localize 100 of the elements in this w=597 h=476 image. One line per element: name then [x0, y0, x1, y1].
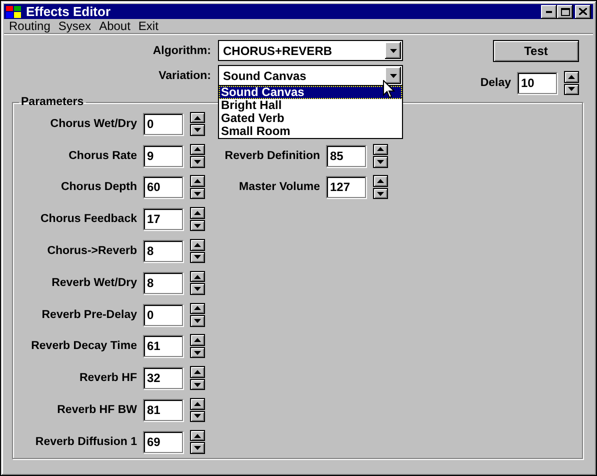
- spin-down-button[interactable]: [190, 315, 205, 327]
- up-arrow-icon: [194, 147, 201, 152]
- spin-down-button[interactable]: [373, 188, 388, 200]
- spin-up-button[interactable]: [190, 430, 205, 442]
- parameter-label: Reverb HF: [78, 372, 137, 384]
- up-arrow-icon: [194, 434, 201, 438]
- parameter-field[interactable]: 60: [143, 176, 183, 198]
- up-arrow-icon: [194, 306, 201, 310]
- parameter-label: Reverb Pre-Delay: [40, 308, 137, 321]
- close-button[interactable]: [575, 4, 591, 18]
- up-arrow-icon: [568, 74, 575, 79]
- up-arrow-icon: [194, 242, 201, 247]
- parameter-label: Reverb Diffusion 1: [34, 436, 137, 448]
- delay-label: Delay: [480, 77, 511, 89]
- parameter-field[interactable]: 0: [143, 112, 183, 135]
- spin-up-button[interactable]: [373, 175, 388, 187]
- parameter-field[interactable]: 9: [143, 144, 183, 167]
- spin-up-button[interactable]: [190, 207, 205, 219]
- up-arrow-icon: [194, 402, 201, 406]
- spin-up-button[interactable]: [190, 175, 205, 187]
- delay-field[interactable]: 10: [517, 72, 557, 94]
- parameter-field[interactable]: 81: [143, 399, 183, 422]
- parameter-field[interactable]: 85: [326, 144, 366, 167]
- variation-label: Variation:: [158, 70, 211, 82]
- menu-item[interactable]: About: [95, 19, 134, 33]
- spin-down-button[interactable]: [190, 188, 205, 200]
- parameter-field[interactable]: 8: [143, 240, 183, 262]
- up-arrow-icon: [377, 179, 384, 184]
- spin-up-button[interactable]: [373, 144, 388, 156]
- menu-item[interactable]: Routing: [5, 19, 54, 33]
- down-arrow-icon: [568, 87, 575, 92]
- spin-up-button[interactable]: [190, 366, 205, 378]
- parameter-label: Master Volume: [238, 181, 320, 194]
- window-title: Effects Editor: [26, 4, 112, 19]
- minimize-button[interactable]: [541, 4, 557, 18]
- up-arrow-icon: [377, 147, 384, 152]
- down-arrow-icon: [194, 382, 201, 387]
- parameter-field[interactable]: 32: [143, 367, 183, 390]
- spin-up-button[interactable]: [190, 270, 205, 282]
- spin-up-button[interactable]: [190, 239, 205, 251]
- spin-down-button[interactable]: [564, 84, 579, 95]
- parameter-field[interactable]: 0: [143, 304, 183, 326]
- parameter-label: Reverb Decay Time: [30, 340, 137, 352]
- spin-up-button[interactable]: [190, 144, 205, 156]
- down-arrow-icon: [194, 224, 201, 228]
- down-arrow-icon: [194, 255, 201, 260]
- algorithm-label: Algorithm:: [152, 44, 211, 56]
- parameter-label: Chorus Feedback: [40, 213, 137, 226]
- parameter-label: Chorus Wet/Dry: [49, 118, 137, 130]
- spin-down-button[interactable]: [373, 156, 388, 168]
- spin-down-button[interactable]: [190, 220, 205, 232]
- down-arrow-icon: [194, 350, 201, 355]
- algorithm-dropdown[interactable]: CHORUS+REVERB: [218, 40, 403, 61]
- parameter-label: Reverb HF BW: [56, 404, 137, 416]
- parameter-label: Chorus->Reverb: [46, 245, 137, 258]
- parameter-label: Chorus Rate: [68, 150, 137, 162]
- spin-down-button[interactable]: [190, 442, 205, 454]
- menu-item[interactable]: Sysex: [54, 19, 96, 33]
- down-arrow-icon: [194, 318, 201, 323]
- up-arrow-icon: [194, 274, 201, 279]
- spin-up-button[interactable]: [190, 302, 205, 314]
- spin-down-button[interactable]: [190, 252, 205, 264]
- close-icon: [579, 8, 587, 15]
- spin-up-button[interactable]: [564, 71, 579, 82]
- menu-item[interactable]: Exit: [134, 19, 162, 33]
- parameter-label: Reverb Wet/Dry: [50, 276, 137, 289]
- parameter-field[interactable]: 61: [143, 335, 183, 358]
- up-arrow-icon: [194, 179, 201, 184]
- dropdown-option[interactable]: Sound Canvas: [219, 86, 402, 99]
- maximize-button[interactable]: [557, 4, 573, 18]
- spin-down-button[interactable]: [190, 378, 205, 390]
- parameter-label: Chorus Depth: [60, 181, 137, 194]
- spin-down-button[interactable]: [190, 124, 205, 136]
- down-arrow-icon: [194, 446, 201, 450]
- up-arrow-icon: [194, 338, 201, 342]
- parameter-field[interactable]: 17: [143, 208, 183, 230]
- down-arrow-icon: [194, 192, 201, 196]
- down-arrow-icon: [194, 160, 201, 164]
- up-arrow-icon: [194, 211, 201, 216]
- down-arrow-icon: [194, 414, 201, 418]
- down-arrow-icon: [377, 192, 384, 196]
- spin-down-button[interactable]: [190, 283, 205, 295]
- down-arrow-icon: [390, 48, 396, 52]
- up-arrow-icon: [194, 116, 201, 120]
- spin-up-button[interactable]: [190, 398, 205, 410]
- spin-down-button[interactable]: [190, 156, 205, 168]
- parameter-field[interactable]: 69: [143, 430, 183, 453]
- up-arrow-icon: [194, 370, 201, 374]
- group-title: Parameters: [20, 96, 85, 108]
- spin-down-button[interactable]: [190, 346, 205, 358]
- down-arrow-icon: [194, 287, 201, 292]
- spin-down-button[interactable]: [190, 410, 205, 422]
- down-arrow-icon: [194, 128, 201, 132]
- minimize-icon: [546, 10, 552, 12]
- parameter-field[interactable]: 8: [143, 272, 183, 294]
- parameter-field[interactable]: 127: [326, 176, 366, 198]
- spin-up-button[interactable]: [190, 334, 205, 346]
- test-button[interactable]: Test: [493, 40, 579, 62]
- down-arrow-icon: [377, 160, 384, 164]
- spin-up-button[interactable]: [190, 112, 205, 124]
